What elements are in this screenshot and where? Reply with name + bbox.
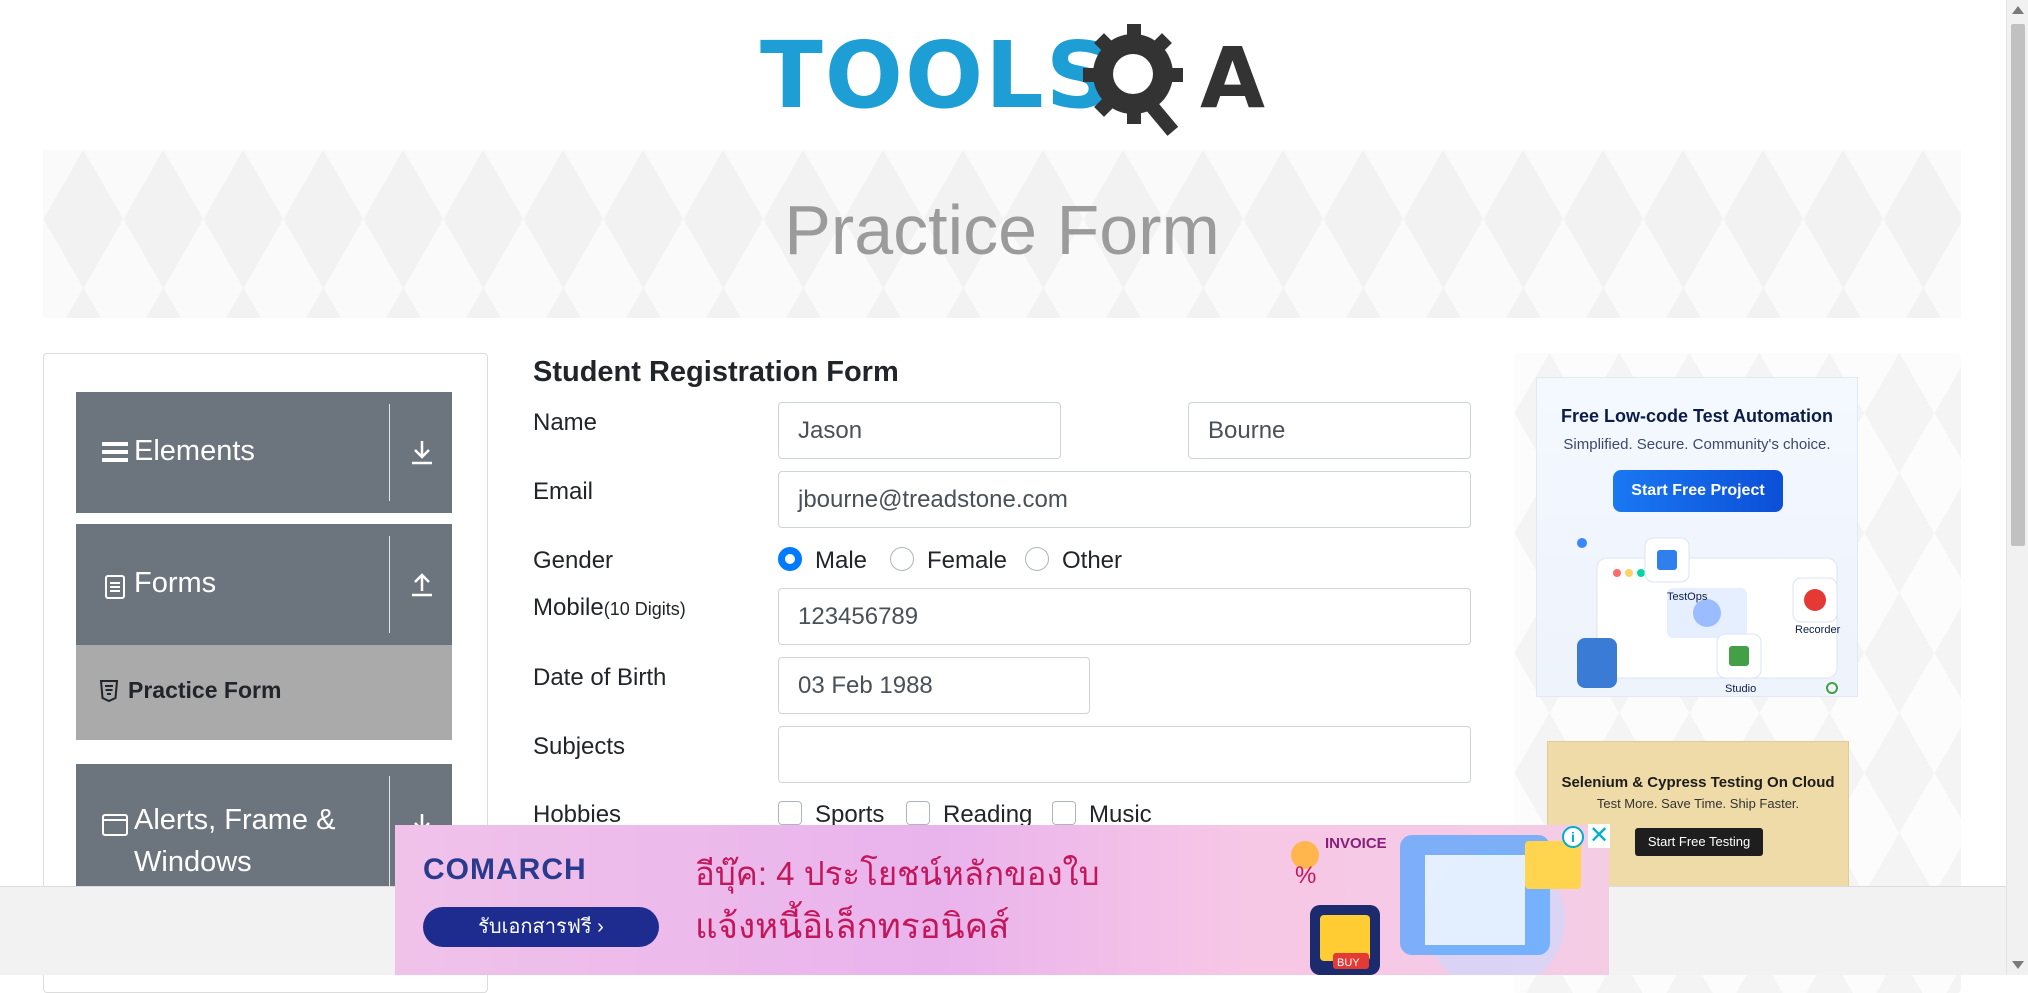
start-free-project-button[interactable]: Start Free Project — [1613, 470, 1783, 512]
sidebar-item-practice-form[interactable]: Practice Form — [76, 645, 452, 740]
subjects-label: Subjects — [533, 733, 626, 760]
ad-label-studio: Studio — [1725, 683, 1756, 695]
sidebar-item-label: Practice Form — [128, 677, 282, 703]
svg-text:%: % — [1295, 862, 1316, 889]
ad-headline-line2: แจ้งหนี้อิเล็กทรอนิคส์ — [695, 907, 1010, 946]
gender-radio-male[interactable] — [778, 547, 802, 571]
ad-subtitle: Simplified. Secure. Community's choice. — [1563, 436, 1831, 453]
ad-title: Free Low-code Test Automation — [1560, 406, 1833, 426]
logo-text-tools: TOOLS — [760, 22, 1115, 129]
ad-headline-line1: อีบุ๊ค: 4 ประโยชน์หลักของใบ — [695, 855, 1100, 892]
gear-magnifier-icon — [1083, 24, 1183, 136]
date-of-birth-input[interactable]: 03 Feb 1988 — [778, 657, 1090, 714]
ad-close-icon[interactable]: ✕ — [1588, 824, 1610, 848]
gender-label-male[interactable]: Male — [815, 547, 867, 575]
hobby-checkbox-music[interactable] — [1052, 801, 1076, 825]
gender-radio-female[interactable] — [890, 547, 914, 571]
window-icon — [102, 814, 128, 836]
page-scrollbar[interactable] — [2006, 0, 2028, 975]
ad-subtitle: Test More. Save Time. Ship Faster. — [1596, 796, 1800, 811]
ad-title: Selenium & Cypress Testing On Cloud — [1561, 774, 1835, 791]
ad-brand: COMARCH — [423, 853, 587, 886]
page-title: Practice Form — [784, 191, 1220, 269]
scrollbar-thumb[interactable] — [2011, 24, 2025, 546]
gender-radio-other[interactable] — [1025, 547, 1049, 571]
mobile-hint: (10 Digits) — [603, 599, 686, 619]
html5-icon — [100, 680, 118, 702]
sidebar-group-forms[interactable]: Forms — [76, 524, 452, 645]
email-label: Email — [533, 478, 594, 505]
sidebar-group-elements[interactable]: Elements — [76, 392, 452, 513]
sidebar-group-label: Forms — [134, 567, 217, 599]
mobile-label: Mobile(10 Digits) — [533, 594, 686, 622]
ad-katalon[interactable]: Free Low-code Test Automation Simplified… — [1536, 377, 1858, 697]
dob-label: Date of Birth — [533, 664, 667, 691]
subjects-input[interactable] — [778, 726, 1471, 783]
divider — [389, 404, 390, 501]
page-banner: Practice Form — [43, 150, 1961, 318]
mobile-label-text: Mobile — [533, 594, 604, 621]
hobby-checkbox-sports[interactable] — [778, 801, 802, 825]
start-free-testing-button[interactable]: Start Free Testing — [1635, 828, 1763, 856]
ad-label-testops: TestOps — [1667, 591, 1708, 603]
last-name-input[interactable]: Bourne — [1188, 402, 1471, 459]
sidebar-group-label: Elements — [134, 435, 255, 467]
download-arrow-icon — [412, 441, 432, 465]
document-icon — [105, 575, 125, 599]
first-name-input[interactable]: Jason — [778, 402, 1061, 459]
hobby-checkbox-reading[interactable] — [906, 801, 930, 825]
toolsqa-logo[interactable]: TOOLS A — [760, 22, 1265, 137]
ad-buy-label: BUY — [1337, 957, 1360, 969]
gender-label-other[interactable]: Other — [1062, 547, 1122, 575]
sidebar-group-label: Alerts, Frame & Windows — [134, 804, 336, 878]
ad-illustration: % BUY — [1291, 835, 1581, 975]
scroll-up-arrow-icon[interactable] — [2012, 6, 2024, 14]
mobile-input[interactable]: 123456789 — [778, 588, 1471, 645]
ad-illustration: TestOps Recorder Studio — [1577, 537, 1841, 695]
ad-download-button[interactable]: รับเอกสารฟรี › — [423, 907, 659, 947]
gender-label-female[interactable]: Female — [927, 547, 1007, 575]
logo-text-a: A — [1200, 29, 1266, 127]
scroll-down-arrow-icon[interactable] — [2012, 961, 2024, 969]
ad-label-recorder: Recorder — [1795, 624, 1841, 636]
email-input[interactable]: jbourne@treadstone.com — [778, 471, 1471, 528]
name-label: Name — [533, 409, 598, 436]
hamburger-icon — [102, 442, 128, 462]
divider — [389, 536, 390, 633]
gender-label: Gender — [533, 547, 614, 574]
ad-invoice-label: INVOICE — [1325, 835, 1387, 852]
bottom-banner-ad[interactable]: COMARCH รับเอกสารฟรี › อีบุ๊ค: 4 ประโยชน… — [395, 825, 1609, 975]
ad-info-icon[interactable]: i — [1562, 826, 1584, 848]
form-title: Student Registration Form — [533, 356, 899, 388]
upload-arrow-icon — [412, 573, 432, 597]
